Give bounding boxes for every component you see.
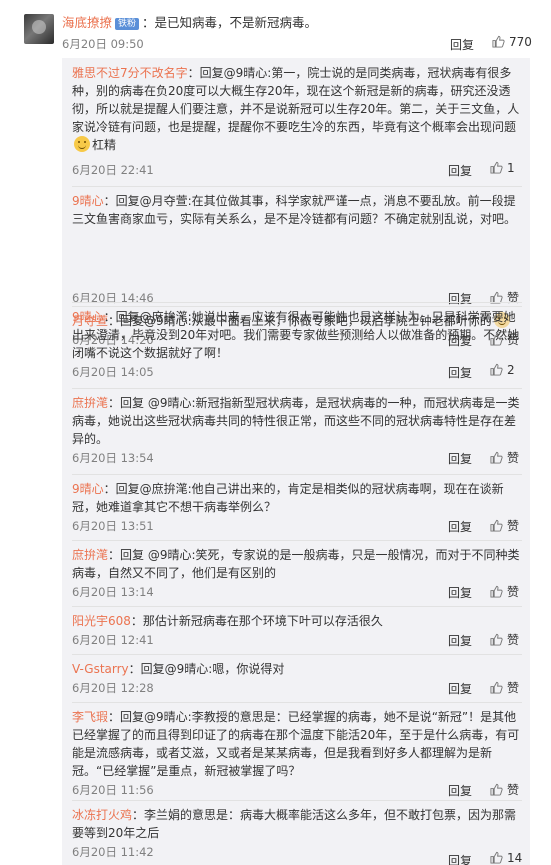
reply-time: 6月20日 13:14 <box>72 585 154 599</box>
reply-item: 9晴心：回复@月夺萱:在其位做其事，科学家就严谨一点，消息不要乱放。前一段提三文… <box>62 186 530 306</box>
like-button[interactable]: 1 <box>490 161 515 175</box>
reply-time: 6月20日 11:42 <box>72 845 154 859</box>
reply-content: 庶拚滗：回复 @9晴心:新冠指新型冠状病毒，是冠状病毒的一种，而冠状病毒是一类病… <box>72 394 522 448</box>
fan-badge: 铁粉 <box>115 18 140 30</box>
reply-text: ：回复@庶拚滗:她说出来，应该有很大可能性也是这样认为。只是科学需要她出来澄清，… <box>72 310 520 360</box>
reply-item: 冰冻打火鸡：李兰娟的意思是：病毒大概率能活这么多年，但不敢打包票，因为那需要等到… <box>62 800 530 865</box>
reply-time: 6月20日 22:41 <box>72 163 154 177</box>
thumb-up-icon <box>490 633 503 646</box>
thumb-up-icon <box>490 851 503 864</box>
thumb-up-icon <box>490 363 503 376</box>
reply-button[interactable]: 回复 <box>448 782 472 799</box>
like-count: 14 <box>507 851 523 865</box>
like-button[interactable]: 赞 <box>490 517 519 534</box>
like-count: 赞 <box>507 681 520 695</box>
like-button[interactable]: 赞 <box>490 583 519 600</box>
reply-time: 6月20日 12:28 <box>72 681 154 695</box>
like-count: 赞 <box>507 451 520 465</box>
reply-button[interactable]: 回复 <box>448 364 472 381</box>
reply-button[interactable]: 回复 <box>448 632 472 649</box>
thumb-up-icon <box>490 161 503 174</box>
thumb-up-icon <box>490 681 503 694</box>
reply-text: ：李兰娟的意思是：病毒大概率能活这么多年，但不敢打包票，因为那需要等到20年之后 <box>72 808 517 840</box>
reply-button[interactable]: 回复 <box>448 852 472 865</box>
reply-button[interactable]: 回复 <box>448 162 472 179</box>
reply-username[interactable]: 冰冻打火鸡 <box>72 808 132 822</box>
reply-text: ：回复 @9晴心:笑死，专家说的是一般病毒，只是一般情况，而对于不同种类病毒，自… <box>72 548 520 580</box>
like-button[interactable]: 2 <box>490 363 515 377</box>
like-button[interactable]: 赞 <box>490 679 519 696</box>
reply-time: 6月20日 13:51 <box>72 519 154 533</box>
reply-text: ：那估计新冠病毒在那个环境下叶可以存活很久 <box>130 614 383 628</box>
thumb-up-icon <box>490 519 503 532</box>
like-button[interactable]: 赞 <box>490 781 519 798</box>
like-count: 赞 <box>507 633 520 647</box>
main-like-button[interactable]: 770 <box>492 35 532 49</box>
reply-item: V-Gstarry：回复@9晴心:嗯，你说得对 6月20日 12:28 回复 赞 <box>62 654 530 702</box>
reply-item: 庶拚滗：回复 @9晴心:笑死，专家说的是一般病毒，只是一般情况，而对于不同种类病… <box>62 540 530 606</box>
reply-item: 9晴心：回复@庶拚滗:他自己讲出来的，肯定是相类似的冠状病毒啊，现在在谈新冠，她… <box>62 474 530 540</box>
reply-username[interactable]: 9晴心 <box>72 482 104 496</box>
like-button[interactable]: 14 <box>490 851 522 865</box>
reply-button[interactable]: 回复 <box>448 584 472 601</box>
reply-username[interactable]: 9晴心 <box>72 194 104 208</box>
reply-button[interactable]: 回复 <box>448 450 472 467</box>
reply-username[interactable]: V-Gstarry <box>72 662 129 676</box>
reply-content: 冰冻打火鸡：李兰娟的意思是：病毒大概率能活这么多年，但不敢打包票，因为那需要等到… <box>72 806 522 842</box>
like-count: 赞 <box>507 519 520 533</box>
main-comment-text: 海底撩撩 铁粉 ：是已知病毒，不是新冠病毒。 <box>62 14 317 32</box>
like-count: 1 <box>507 161 515 175</box>
reply-list: 雅思不过7分不改名字：回复@9晴心:第一，院士说的是同类病毒，冠状病毒有很多种，… <box>62 58 530 865</box>
main-like-count: 770 <box>509 35 532 49</box>
thumb-up-icon <box>490 585 503 598</box>
reply-username[interactable]: 9晴心 <box>72 310 104 324</box>
reply-content: 庶拚滗：回复 @9晴心:笑死，专家说的是一般病毒，只是一般情况，而对于不同种类病… <box>72 546 522 582</box>
reply-time: 6月20日 13:54 <box>72 451 154 465</box>
reply-time: 6月20日 11:56 <box>72 783 154 797</box>
like-count: 赞 <box>507 783 520 797</box>
reply-item: 庶拚滗：回复 @9晴心:新冠指新型冠状病毒，是冠状病毒的一种，而冠状病毒是一类病… <box>62 388 530 474</box>
reply-content: 9晴心：回复@庶拚滗:他自己讲出来的，肯定是相类似的冠状病毒啊，现在在谈新冠，她… <box>72 480 522 516</box>
reply-content: 李飞瑕：回复@9晴心:李教授的意思是：已经掌握的病毒，她不是说“新冠”！是其他已… <box>72 708 522 780</box>
reply-item: 李飞瑕：回复@9晴心:李教授的意思是：已经掌握的病毒，她不是说“新冠”！是其他已… <box>62 702 530 800</box>
reply-text: ：回复 @9晴心:新冠指新型冠状病毒，是冠状病毒的一种，而冠状病毒是一类病毒，她… <box>72 396 520 446</box>
reply-text: ：回复@月夺萱:在其位做其事，科学家就严谨一点，消息不要乱放。前一段提三文鱼害商… <box>72 194 517 226</box>
reply-content: 9晴心：回复@月夺萱:在其位做其事，科学家就严谨一点，消息不要乱放。前一段提三文… <box>72 192 522 228</box>
reply-text: ：回复@9晴心:嗯，你说得对 <box>128 662 285 676</box>
reply-username[interactable]: 庶拚滗 <box>72 396 108 410</box>
like-count: 2 <box>507 363 515 377</box>
reply-suffix: 杠精 <box>92 138 117 152</box>
reply-content: 9晴心：回复@庶拚滗:她说出来，应该有很大可能性也是这样认为。只是科学需要她出来… <box>72 308 522 362</box>
comment-thread: 海底撩撩 铁粉 ：是已知病毒，不是新冠病毒。 6月20日 09:50 回复 770 … <box>0 0 551 865</box>
reply-button[interactable]: 回复 <box>448 680 472 697</box>
reply-text: ：回复@9晴心:李教授的意思是：已经掌握的病毒，她不是说“新冠”！是其他已经掌握… <box>72 710 520 778</box>
main-comment-username[interactable]: 海底撩撩 <box>62 15 112 30</box>
like-button[interactable]: 赞 <box>490 449 519 466</box>
reply-username[interactable]: 阳光宇608 <box>72 614 131 628</box>
thumb-up-icon <box>492 35 505 48</box>
reply-content: 阳光宇608：那估计新冠病毒在那个环境下叶可以存活很久 <box>72 612 522 630</box>
main-comment-time: 6月20日 09:50 <box>62 37 144 51</box>
reply-time: 6月20日 14:05 <box>72 365 154 379</box>
thumb-up-icon <box>490 451 503 464</box>
main-comment: 海底撩撩 铁粉 ：是已知病毒，不是新冠病毒。 6月20日 09:50 回复 770 <box>20 12 540 52</box>
reply-item: 9晴心：回复@庶拚滗:她说出来，应该有很大可能性也是这样认为。只是科学需要她出来… <box>62 302 530 388</box>
like-count: 赞 <box>507 585 520 599</box>
avatar[interactable] <box>24 14 54 44</box>
thumb-up-icon <box>490 783 503 796</box>
laugh-emoji-icon <box>74 136 90 152</box>
reply-text: ：回复@庶拚滗:他自己讲出来的，肯定是相类似的冠状病毒啊，现在在谈新冠，她难道拿… <box>72 482 504 514</box>
main-reply-button[interactable]: 回复 <box>450 36 474 53</box>
reply-username[interactable]: 李飞瑕 <box>72 710 108 724</box>
like-button[interactable]: 赞 <box>490 631 519 648</box>
reply-content: 雅思不过7分不改名字：回复@9晴心:第一，院士说的是同类病毒，冠状病毒有很多种，… <box>72 64 522 154</box>
reply-content: V-Gstarry：回复@9晴心:嗯，你说得对 <box>72 660 522 678</box>
reply-item: 阳光宇608：那估计新冠病毒在那个环境下叶可以存活很久 6月20日 12:41 … <box>62 606 530 654</box>
reply-username[interactable]: 雅思不过7分不改名字 <box>72 66 188 80</box>
reply-username[interactable]: 庶拚滗 <box>72 548 108 562</box>
reply-button[interactable]: 回复 <box>448 518 472 535</box>
reply-time: 6月20日 12:41 <box>72 633 154 647</box>
reply-item: 雅思不过7分不改名字：回复@9晴心:第一，院士说的是同类病毒，冠状病毒有很多种，… <box>62 58 530 178</box>
main-comment-body: ：是已知病毒，不是新冠病毒。 <box>142 15 318 30</box>
